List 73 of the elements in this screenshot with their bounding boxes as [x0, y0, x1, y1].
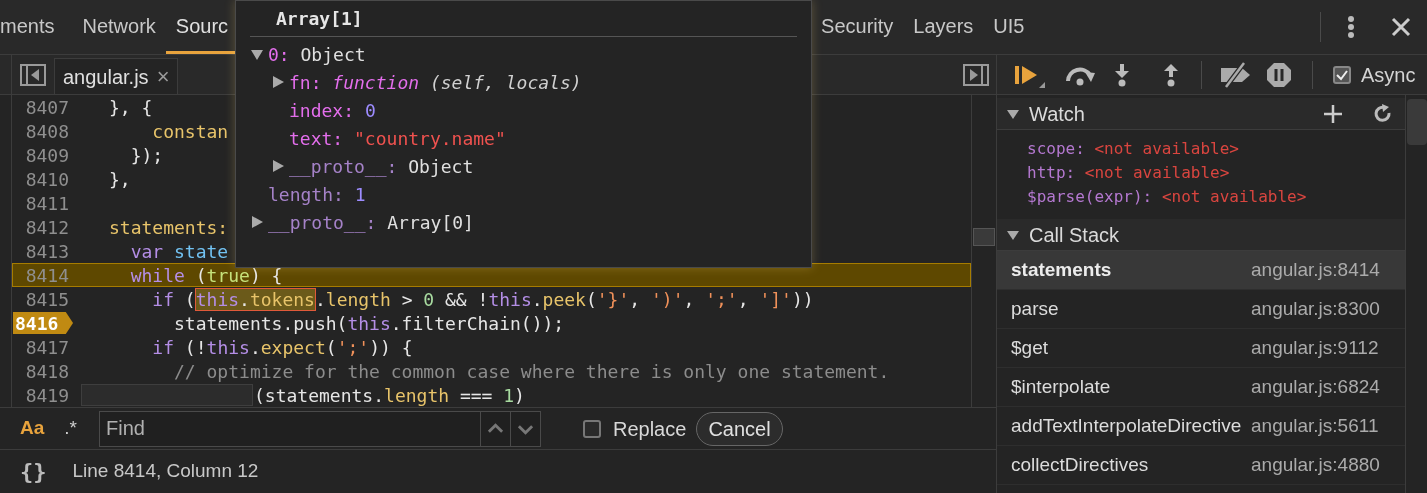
code-line: // optimize for the common case where there is only one statement. — [173, 359, 890, 384]
find-field[interactable]: Find — [99, 410, 481, 447]
section-header[interactable]: Watch — [997, 98, 1405, 130]
triangle-down-icon[interactable] — [250, 47, 264, 61]
step-into-icon[interactable] — [1114, 62, 1130, 87]
sidebar-toggle-icon[interactable] — [963, 63, 989, 86]
chevron-up-icon[interactable] — [481, 410, 511, 447]
line-number: 8409 — [24, 143, 69, 168]
tab[interactable]: Network — [72, 0, 166, 54]
tree-entry: __proto__: Object — [289, 154, 474, 179]
line-number: 8413 — [24, 239, 69, 264]
watch-expression: scope: <not available> — [1027, 138, 1240, 160]
line-number: 8414 — [24, 263, 69, 288]
case-toggle[interactable]: Aa — [20, 414, 45, 443]
cancel-button[interactable]: Cancel — [696, 411, 783, 446]
scrollbar-thumb[interactable] — [973, 228, 995, 246]
watch-expression: $parse(expr): <not available> — [1027, 186, 1308, 208]
close-icon[interactable] — [1391, 17, 1411, 37]
more-icon[interactable] — [1347, 15, 1355, 39]
checkbox[interactable] — [1333, 65, 1351, 84]
refresh-icon[interactable] — [1373, 103, 1393, 124]
sidebar-toggle-icon[interactable] — [20, 63, 46, 86]
code-line: (statements.length === 1) — [253, 383, 525, 407]
line-number: 8417 — [24, 335, 69, 360]
code-line: var state — [129, 239, 229, 264]
tree-entry: fn: function (self, locals) — [289, 70, 582, 95]
chevron-down-icon[interactable] — [511, 410, 541, 447]
deactivate-breakpoints-icon[interactable] — [1218, 61, 1252, 88]
triangle-right-icon[interactable] — [271, 159, 285, 173]
line-number: 8412 — [24, 215, 69, 240]
code-line: }, { — [108, 95, 153, 120]
close-button[interactable]: × — [156, 60, 170, 93]
tree-entry: 0: Object — [268, 42, 366, 67]
line-number: 8408 — [24, 119, 69, 144]
line-number: 8407 — [24, 95, 69, 120]
code-line: }); — [129, 143, 164, 168]
scrollbar-thumb[interactable] — [1407, 99, 1427, 145]
call-frame[interactable]: statements angular.js:8414 — [997, 251, 1405, 290]
tab[interactable]: Layers — [903, 0, 984, 54]
code-line: while (true) { — [129, 263, 283, 288]
tab[interactable]: ments — [0, 0, 65, 54]
checkbox-label: Replace — [613, 416, 687, 442]
tree-entry: length: 1 — [268, 182, 366, 207]
code-line: statements.push(this.filterChain()); — [173, 311, 565, 336]
format-button[interactable]: {} — [20, 455, 47, 488]
code-line: statements: — [108, 215, 229, 240]
code-line: if (this.tokens.length > 0 && !this.peek('}', ')', ';', ']')) — [151, 287, 814, 312]
step-out-icon[interactable] — [1163, 62, 1179, 87]
tree-entry: index: 0 — [289, 98, 376, 123]
line-number: 8410 — [24, 167, 69, 192]
add-icon[interactable] — [1323, 103, 1343, 124]
line-number: 8418 — [24, 359, 69, 384]
code-line: }, — [108, 167, 131, 192]
triangle-right-icon[interactable] — [250, 215, 264, 229]
watch-expression: http: <not available> — [1027, 162, 1231, 184]
cursor-position: Line 8414, Column 12 — [72, 459, 259, 484]
tab[interactable]: Security — [811, 0, 904, 54]
line-number: 8411 — [24, 191, 69, 216]
regex-toggle[interactable]: .* — [64, 414, 77, 443]
file-tab[interactable]: angular.js × — [54, 58, 179, 94]
code-line: if (!this.expect(';')) { — [151, 335, 413, 360]
triangle-right-icon[interactable] — [271, 75, 285, 89]
popover-title: Array[1] — [276, 7, 363, 31]
tab[interactable]: UI5 — [983, 0, 1035, 54]
section-header[interactable]: Call Stack — [997, 219, 1405, 251]
tree-entry: __proto__: Array[0] — [268, 210, 474, 235]
checkbox[interactable] — [583, 419, 601, 438]
line-number: 8419 — [24, 383, 69, 407]
line-number: 8415 — [24, 287, 69, 312]
code-line: constan — [151, 119, 229, 144]
tree-entry: text: "country.name" — [289, 126, 506, 151]
checkbox-label: Async — [1361, 62, 1416, 88]
pause-on-exceptions-icon[interactable] — [1266, 61, 1292, 88]
